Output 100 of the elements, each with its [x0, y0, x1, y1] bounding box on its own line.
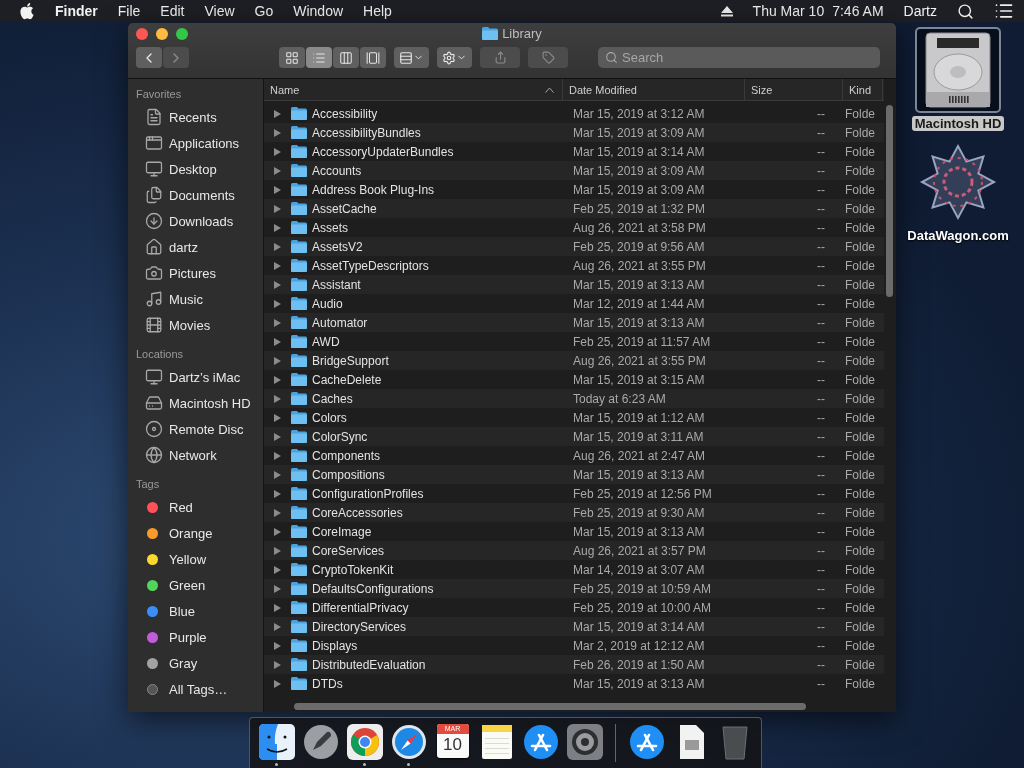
sidebar-item[interactable]: Purple — [169, 629, 207, 645]
file-name[interactable]: CryptoTokenKit — [312, 562, 394, 577]
sidebar-item[interactable]: Music — [169, 291, 203, 307]
file-name[interactable]: BridgeSupport — [312, 353, 389, 368]
file-name[interactable]: Compositions — [312, 467, 385, 482]
disclosure-triangle-icon[interactable] — [274, 280, 281, 289]
sidebar-item[interactable]: Downloads — [169, 213, 234, 229]
disclosure-triangle-icon[interactable] — [274, 356, 281, 365]
file-name[interactable]: AWD — [312, 334, 340, 349]
disclosure-triangle-icon[interactable] — [274, 109, 281, 118]
disclosure-triangle-icon[interactable] — [274, 185, 281, 194]
column-view-button[interactable] — [333, 47, 359, 68]
file-name[interactable]: AccessibilityBundles — [312, 125, 421, 140]
icon-view-button[interactable] — [279, 47, 305, 68]
file-name[interactable]: CoreServices — [312, 543, 385, 558]
file-name[interactable]: Address Book Plug-Ins — [312, 182, 435, 197]
menu-bar-clock[interactable]: 7:46 AM — [832, 3, 884, 19]
app-store-icon[interactable] — [522, 724, 559, 760]
menu-item[interactable]: Help — [363, 3, 392, 19]
menu-item[interactable]: File — [117, 3, 141, 19]
file-name[interactable]: DifferentialPrivacy — [312, 600, 409, 615]
sidebar-item[interactable]: Recents — [169, 109, 217, 125]
sidebar-item[interactable]: All Tags… — [169, 681, 228, 697]
disclosure-triangle-icon[interactable] — [274, 489, 281, 498]
eject-icon[interactable] — [720, 5, 733, 17]
file-name[interactable]: AccessoryUpdaterBundles — [312, 144, 454, 159]
search-icon[interactable] — [957, 2, 974, 20]
menu-item[interactable]: Window — [293, 3, 344, 19]
disclosure-triangle-icon[interactable] — [274, 166, 281, 175]
compass-icon[interactable] — [390, 724, 427, 760]
disclosure-triangle-icon[interactable] — [274, 299, 281, 308]
close-button[interactable] — [136, 28, 148, 40]
menu-bar-clock[interactable]: Thu Mar 10 — [752, 3, 825, 19]
disclosure-triangle-icon[interactable] — [274, 242, 281, 251]
file-name[interactable]: Colors — [312, 410, 347, 425]
disclosure-triangle-icon[interactable] — [274, 660, 281, 669]
hard-drive-icon[interactable] — [925, 32, 991, 108]
sidebar-item[interactable]: Blue — [169, 603, 196, 619]
disclosure-triangle-icon[interactable] — [274, 128, 281, 137]
file-name[interactable]: DTDs — [312, 676, 343, 691]
sidebar-item[interactable]: Gray — [169, 655, 198, 671]
disclosure-triangle-icon[interactable] — [274, 584, 281, 593]
sidebar-item[interactable]: Documents — [169, 187, 235, 203]
menu-item[interactable]: Go — [254, 3, 274, 19]
disclosure-triangle-icon[interactable] — [274, 451, 281, 460]
sidebar-item[interactable]: Dartz’s iMac — [169, 369, 241, 385]
gallery-view-button[interactable] — [360, 47, 386, 68]
column-header[interactable]: Date Modified — [563, 79, 745, 100]
file-name[interactable]: Accounts — [312, 163, 362, 178]
sidebar-item[interactable]: Pictures — [169, 265, 216, 281]
action-button[interactable] — [437, 47, 472, 68]
scrollbar-thumb[interactable] — [886, 105, 893, 297]
app-store-icon[interactable] — [628, 724, 665, 760]
file-name[interactable]: ConfigurationProfiles — [312, 486, 424, 501]
finder-face-icon[interactable] — [258, 724, 295, 760]
menu-item[interactable]: Finder — [55, 3, 98, 19]
disclosure-triangle-icon[interactable] — [274, 679, 281, 688]
sidebar-item[interactable]: Orange — [169, 525, 213, 541]
menu-item[interactable]: View — [204, 3, 235, 19]
group-button[interactable] — [394, 47, 429, 68]
disclosure-triangle-icon[interactable] — [274, 223, 281, 232]
sidebar-item[interactable]: Red — [169, 499, 193, 515]
list-view-button[interactable] — [306, 47, 332, 68]
sidebar-item[interactable]: Remote Disc — [169, 421, 244, 437]
file-name[interactable]: Audio — [312, 296, 343, 311]
sidebar-item[interactable]: dartz — [169, 239, 198, 255]
sidebar-item[interactable]: Network — [169, 447, 217, 463]
sidebar-item[interactable]: Applications — [169, 135, 240, 151]
file-name[interactable]: Accessibility — [312, 106, 378, 121]
disclosure-triangle-icon[interactable] — [274, 261, 281, 270]
chrome-icon[interactable] — [346, 724, 383, 760]
file-name[interactable]: Caches — [312, 391, 353, 406]
disclosure-triangle-icon[interactable] — [274, 641, 281, 650]
sidebar-item[interactable]: Macintosh HD — [169, 395, 251, 411]
menu-icon[interactable] — [994, 1, 1014, 21]
file-name[interactable]: ColorSync — [312, 429, 368, 444]
desktop-icon-label[interactable]: Macintosh HD — [911, 116, 1005, 131]
disclosure-triangle-icon[interactable] — [274, 508, 281, 517]
user-name[interactable]: Dartz — [903, 3, 937, 19]
file-name[interactable]: AssetsV2 — [312, 239, 363, 254]
minimize-button[interactable] — [156, 28, 168, 40]
disclosure-triangle-icon[interactable] — [274, 147, 281, 156]
icon-selection-frame[interactable] — [915, 27, 1001, 113]
disclosure-triangle-icon[interactable] — [274, 394, 281, 403]
file-name[interactable]: AssetTypeDescriptors — [312, 258, 429, 273]
apple-logo-icon[interactable] — [20, 2, 35, 20]
desktop-icon-label[interactable]: DataWagon.com — [904, 228, 1012, 243]
sidebar-item[interactable]: Yellow — [169, 551, 207, 567]
file-name[interactable]: AssetCache — [312, 201, 377, 216]
file-name[interactable]: Components — [312, 448, 381, 463]
disclosure-triangle-icon[interactable] — [274, 622, 281, 631]
file-name[interactable]: Automator — [312, 315, 368, 330]
column-header[interactable]: Name — [264, 79, 563, 100]
file-name[interactable]: DistributedEvaluation — [312, 657, 426, 672]
disclosure-triangle-icon[interactable] — [274, 204, 281, 213]
sidebar-item[interactable]: Desktop — [169, 161, 217, 177]
search-field[interactable]: Search — [598, 47, 880, 68]
disclosure-triangle-icon[interactable] — [274, 565, 281, 574]
file-name[interactable]: Displays — [312, 638, 358, 653]
disclosure-triangle-icon[interactable] — [274, 375, 281, 384]
